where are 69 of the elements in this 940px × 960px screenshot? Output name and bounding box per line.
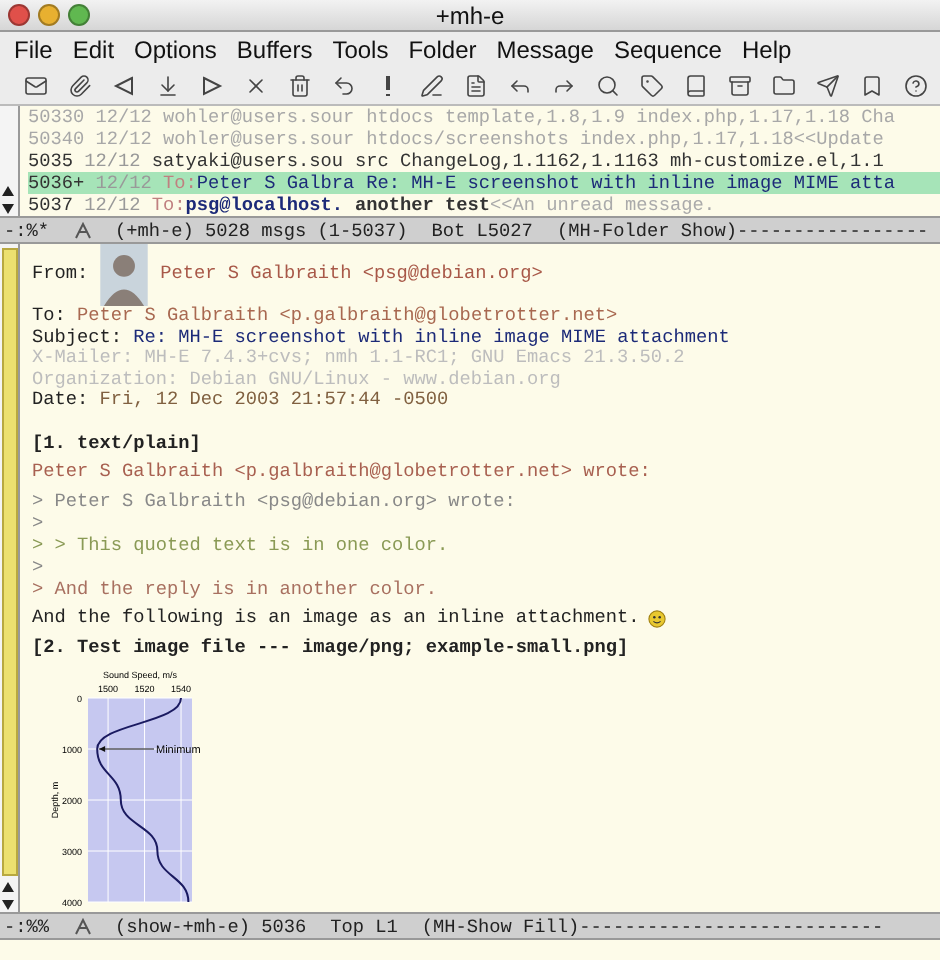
mode-line-text: (show-+mh-e) 5036	[115, 915, 307, 937]
menu-item[interactable]: File	[4, 36, 63, 64]
body-line: >	[32, 513, 46, 534]
book-icon[interactable]	[684, 74, 708, 98]
menu-item[interactable]: Folder	[398, 36, 487, 64]
mode-line-text: (MH-Folder Show)-----------------	[556, 219, 929, 241]
close-icon[interactable]	[244, 74, 268, 98]
mime-part-header[interactable]: [1. text/plain]	[32, 433, 940, 454]
mail-icon[interactable]	[24, 74, 48, 98]
header-value: Fri, 12 Dec 2003 21:57:44 -0500	[99, 388, 449, 410]
mode-line-text: (+mh-e) 5028 msgs (1-5037)	[115, 219, 408, 241]
menu-item[interactable]: Help	[731, 36, 802, 64]
body-line: > Peter S Galbraith <psg@debian.org> wrote:	[32, 491, 518, 512]
scrollbar[interactable]	[0, 106, 20, 216]
message-row[interactable]: 5036+ 12/12 To:Peter S Galbra Re: MH-E screenshot with inline image MIME atta	[28, 172, 940, 194]
undo-icon[interactable]	[332, 74, 356, 98]
triangle-left-icon[interactable]	[112, 74, 136, 98]
header-value: Peter S Galbraith <psg@debian.org>	[160, 264, 543, 286]
mode-line-text: (MH-Show Fill)---------------------------	[421, 915, 884, 937]
menu-item[interactable]: Message	[486, 36, 604, 64]
send-icon[interactable]	[816, 74, 840, 98]
message-row[interactable]: 5035 12/12 satyaki@users.sou src ChangeLog,1.1162,1.1163 mh-customize.el,1.1	[28, 150, 940, 172]
body-line: Peter S Galbraith <p.galbraith@globetrotter.net> wrote:	[32, 462, 653, 483]
body-line: > > This quoted text is in one color.	[32, 535, 451, 556]
archive-icon[interactable]	[728, 74, 752, 98]
paperclip-icon[interactable]	[68, 74, 92, 98]
header-value: Re: MH-E screenshot with inline image MIME attachment	[133, 325, 730, 347]
spell-check-icon[interactable]	[420, 74, 444, 98]
scroll-arrows-icon[interactable]	[0, 184, 16, 216]
triangle-right-icon[interactable]	[200, 74, 224, 98]
menu-item[interactable]: Sequence	[603, 36, 732, 64]
header-value: Peter S Galbraith <p.galbraith@globetrotter.net>	[77, 304, 618, 326]
bookmark-icon[interactable]	[860, 74, 884, 98]
body-line: > And the reply is in another color.	[32, 579, 440, 600]
header-label: Subject:	[32, 325, 125, 347]
avatar-silhouette	[100, 244, 149, 306]
body-line: And the following is an image as an inline attachment.	[32, 608, 940, 629]
header-line: Organization: Debian GNU/Linux - www.debian.org	[32, 369, 563, 390]
help-icon[interactable]	[904, 74, 928, 98]
body-line: >	[32, 557, 46, 578]
forward-icon[interactable]	[552, 74, 576, 98]
mime-part-header[interactable]: [2. Test image file --- image/png; example-small.png]	[32, 637, 940, 658]
folder-icon[interactable]	[772, 74, 796, 98]
tag-icon[interactable]	[640, 74, 664, 98]
mode-line-text: Top L1	[330, 915, 398, 937]
menu-item[interactable]: Tools	[322, 36, 399, 64]
mode-line-text: Bot L5027	[431, 219, 533, 241]
header-label: To:	[32, 304, 68, 326]
header-line: X-Mailer: MH-E 7.4.3+cvs; nmh 1.1-RC1; GNU Emacs 21.3.50.2	[32, 348, 687, 369]
annotation-arrow	[98, 746, 155, 752]
document-icon[interactable]	[464, 74, 488, 98]
mode-status: -:%*	[4, 219, 50, 241]
reply-icon[interactable]	[508, 74, 532, 98]
down-arrow-icon[interactable]	[156, 74, 180, 98]
minimize-button[interactable]	[38, 4, 60, 26]
scroll-arrows-icon[interactable]	[0, 880, 16, 912]
menu-item[interactable]: Options	[124, 36, 227, 64]
menu-item[interactable]: Edit	[62, 36, 125, 64]
trash-icon[interactable]	[288, 74, 312, 98]
header-label: Date:	[32, 388, 91, 410]
scrollbar[interactable]	[0, 244, 20, 912]
zoom-button[interactable]	[68, 4, 90, 26]
menu-item[interactable]: Buffers	[226, 36, 323, 64]
window-title: +mh-e	[435, 1, 505, 29]
header-label: From:	[32, 264, 89, 286]
mode-status: -:%%	[4, 915, 50, 937]
search-icon[interactable]	[596, 74, 620, 98]
close-button[interactable]	[8, 4, 30, 26]
message-row[interactable]: 5037 12/12 To:psg@localhost. another test<<An unread message.	[28, 194, 940, 216]
